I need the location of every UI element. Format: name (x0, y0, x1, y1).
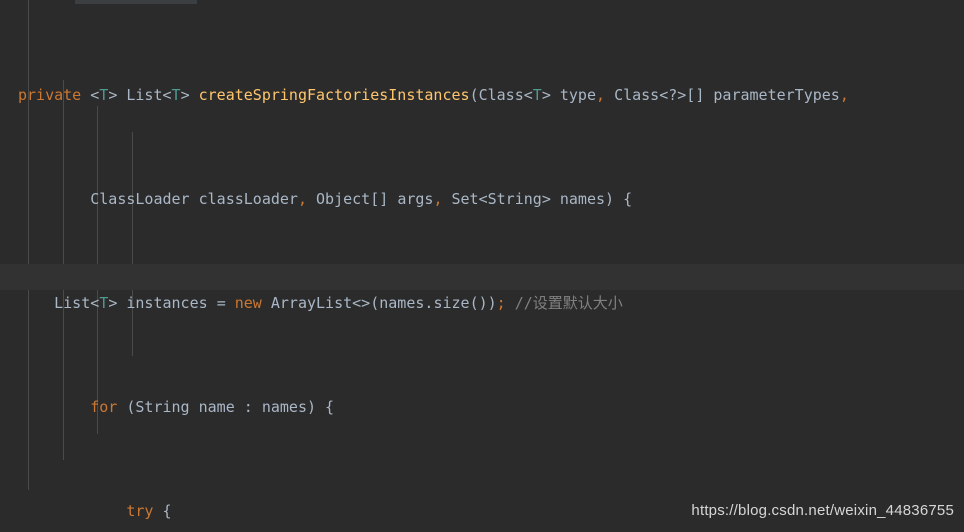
watermark-url: https://blog.csdn.net/weixin_44836755 (691, 502, 954, 519)
code-line[interactable]: List<T> instances = new ArrayList<>(name… (0, 290, 964, 316)
code-line[interactable]: private <T> List<T> createSpringFactorie… (0, 82, 964, 108)
code-line[interactable]: ClassLoader classLoader, Object[] args, … (0, 186, 964, 212)
code-content[interactable]: private <T> List<T> createSpringFactorie… (0, 4, 964, 532)
code-line[interactable]: for (String name : names) { (0, 394, 964, 420)
code-editor-screenshot: private <T> List<T> createSpringFactorie… (0, 0, 964, 532)
